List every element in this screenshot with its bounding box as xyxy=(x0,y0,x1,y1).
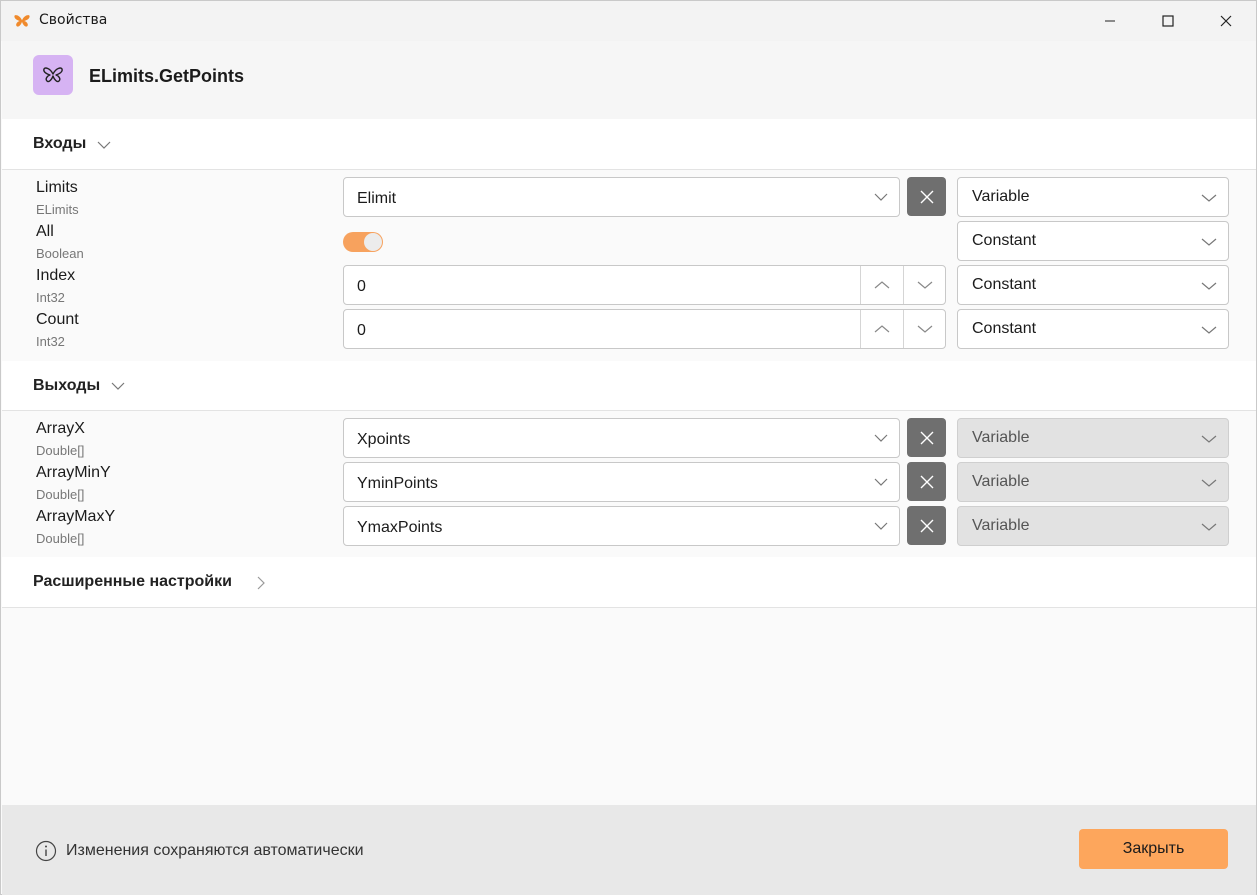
param-name-arrayminy: ArrayMinY xyxy=(36,464,111,481)
chevron-down-icon xyxy=(917,325,933,333)
block-header: ELimits.GetPoints xyxy=(2,41,1256,119)
count-increment-button[interactable] xyxy=(861,310,903,348)
count-mode-select[interactable]: Constant xyxy=(957,309,1229,349)
chevron-down-icon xyxy=(1201,523,1217,531)
block-title: ELimits.GetPoints xyxy=(89,66,245,86)
chevron-down-icon xyxy=(874,434,888,442)
close-icon xyxy=(920,190,933,203)
minimize-button[interactable] xyxy=(1081,1,1139,41)
param-type-arrayminy: Double[] xyxy=(36,487,85,502)
butterfly-logo-icon xyxy=(14,15,30,27)
inputs-section-header[interactable]: Входы xyxy=(2,119,1256,169)
chevron-down-icon xyxy=(917,281,933,289)
arrayminy-mode: Variable xyxy=(972,473,1030,490)
outputs-section-title: Выходы xyxy=(33,377,101,394)
param-name-arraymaxy: ArrayMaxY xyxy=(36,508,116,525)
properties-window: Свойства ELimits.GetPoints Входы Limits … xyxy=(0,0,1257,895)
chevron-up-icon xyxy=(874,325,890,333)
window-title: Свойства xyxy=(39,12,108,28)
outputs-section-header[interactable]: Выходы xyxy=(2,361,1256,411)
title-bar: Свойства xyxy=(1,1,1256,41)
limits-mode-select[interactable]: Variable xyxy=(957,177,1229,217)
chevron-down-icon xyxy=(1201,479,1217,487)
arraymaxy-value: YmaxPoints xyxy=(357,519,443,536)
param-name-limits: Limits xyxy=(36,179,78,196)
divider xyxy=(2,607,1256,608)
minimize-icon xyxy=(1105,20,1115,22)
index-value: 0 xyxy=(357,278,366,295)
butterfly-glyph-icon xyxy=(43,67,63,83)
advanced-section-header[interactable]: Расширенные настройки xyxy=(2,557,1256,607)
count-decrement-button[interactable] xyxy=(904,310,946,348)
chevron-down-icon xyxy=(1201,435,1217,443)
chevron-up-icon xyxy=(874,281,890,289)
arrayx-value: Xpoints xyxy=(357,431,411,448)
param-type-limits: ELimits xyxy=(36,202,79,217)
chevron-down-icon[interactable] xyxy=(110,378,126,394)
arrayminy-value-select[interactable]: YminPoints xyxy=(343,462,900,502)
chevron-down-icon[interactable] xyxy=(96,137,112,153)
chevron-down-icon xyxy=(874,522,888,530)
close-icon xyxy=(1220,15,1232,27)
count-mode: Constant xyxy=(972,320,1037,337)
arrayminy-value: YminPoints xyxy=(357,475,438,492)
inputs-section-title: Входы xyxy=(33,135,87,152)
chevron-right-icon[interactable] xyxy=(253,575,269,591)
limits-clear-button[interactable] xyxy=(907,177,946,216)
chevron-down-icon xyxy=(1201,238,1217,246)
close-icon xyxy=(920,431,933,444)
footer-bar: Изменения сохраняются автоматически Закр… xyxy=(2,805,1256,895)
param-type-arraymaxy: Double[] xyxy=(36,531,85,546)
arraymaxy-mode-select: Variable xyxy=(957,506,1229,546)
arraymaxy-mode: Variable xyxy=(972,517,1030,534)
param-type-index: Int32 xyxy=(36,290,65,305)
param-type-count: Int32 xyxy=(36,334,65,349)
count-value: 0 xyxy=(357,322,366,339)
butterfly-icon xyxy=(33,55,73,95)
count-stepper[interactable]: 0 xyxy=(343,309,946,349)
advanced-section-title: Расширенные настройки xyxy=(33,573,232,590)
param-type-all: Boolean xyxy=(36,246,84,261)
toggle-knob xyxy=(364,233,382,251)
index-mode-select[interactable]: Constant xyxy=(957,265,1229,305)
all-mode: Constant xyxy=(972,232,1037,249)
close-button[interactable]: Закрыть xyxy=(1079,829,1228,869)
index-increment-button[interactable] xyxy=(861,266,903,304)
arrayminy-clear-button[interactable] xyxy=(907,462,946,501)
param-type-arrayx: Double[] xyxy=(36,443,85,458)
limits-mode: Variable xyxy=(972,188,1030,205)
chevron-down-icon xyxy=(874,193,888,201)
close-icon xyxy=(920,475,933,488)
all-toggle[interactable] xyxy=(343,232,383,252)
arrayx-mode-select: Variable xyxy=(957,418,1229,458)
index-decrement-button[interactable] xyxy=(904,266,946,304)
close-window-button[interactable] xyxy=(1197,1,1255,41)
arrayx-mode: Variable xyxy=(972,429,1030,446)
arraymaxy-value-select[interactable]: YmaxPoints xyxy=(343,506,900,546)
limits-value: Elimit xyxy=(357,190,397,207)
maximize-button[interactable] xyxy=(1139,1,1197,41)
chevron-down-icon xyxy=(1201,326,1217,334)
param-name-all: All xyxy=(36,223,54,240)
chevron-down-icon xyxy=(1201,282,1217,290)
arrayminy-mode-select: Variable xyxy=(957,462,1229,502)
close-icon xyxy=(920,519,933,532)
limits-value-select[interactable]: Elimit xyxy=(343,177,900,217)
arraymaxy-clear-button[interactable] xyxy=(907,506,946,545)
autosave-info-text: Изменения сохраняются автоматически xyxy=(66,842,364,859)
param-name-count: Count xyxy=(36,311,79,328)
index-mode: Constant xyxy=(972,276,1037,293)
param-name-arrayx: ArrayX xyxy=(36,420,85,437)
chevron-down-icon xyxy=(1201,194,1217,202)
chevron-down-icon xyxy=(874,478,888,486)
info-icon xyxy=(35,840,57,862)
all-mode-select[interactable]: Constant xyxy=(957,221,1229,261)
param-name-index: Index xyxy=(36,267,76,284)
maximize-icon xyxy=(1162,15,1174,27)
arrayx-value-select[interactable]: Xpoints xyxy=(343,418,900,458)
arrayx-clear-button[interactable] xyxy=(907,418,946,457)
index-stepper[interactable]: 0 xyxy=(343,265,946,305)
